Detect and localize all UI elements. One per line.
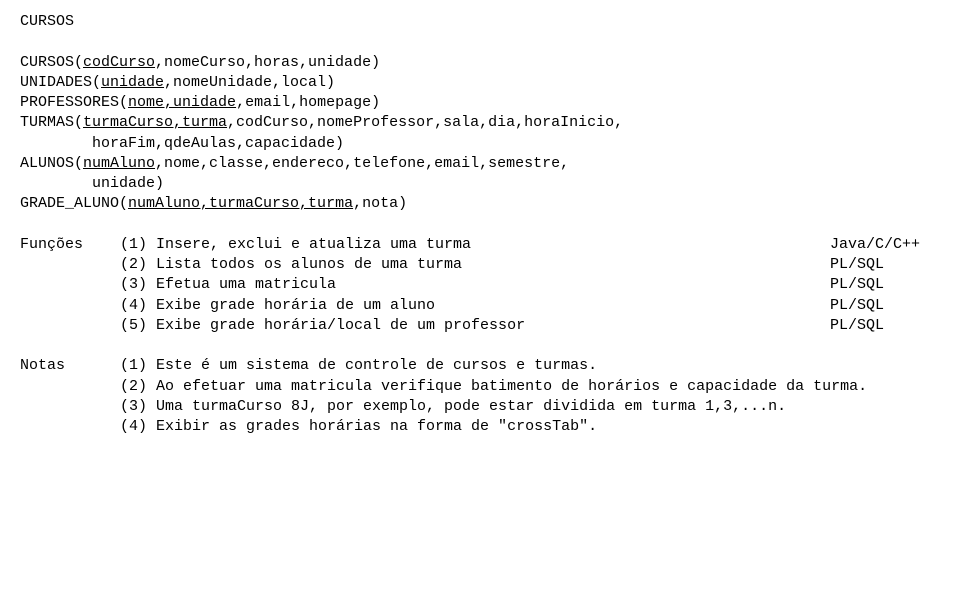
funcoes-row: (4) Exibe grade horária de um aluno PL/S… bbox=[20, 296, 940, 316]
func-desc: (2) Lista todos os alunos de uma turma bbox=[120, 255, 820, 275]
schema-grade: GRADE_ALUNO(numAluno,turmaCurso,turma,no… bbox=[20, 194, 940, 214]
text: ,nota) bbox=[353, 195, 407, 212]
func-desc: (1) Insere, exclui e atualiza uma turma bbox=[120, 235, 820, 255]
schema-turmas-cont: horaFim,qdeAulas,capacidade) bbox=[20, 134, 940, 154]
funcoes-row: (2) Lista todos os alunos de uma turma P… bbox=[20, 255, 940, 275]
key: codCurso bbox=[83, 54, 155, 71]
key: numAluno bbox=[83, 155, 155, 172]
key: turmaCurso,turma bbox=[83, 114, 227, 131]
funcoes-label: Funções bbox=[20, 235, 120, 255]
text: ,nomeUnidade,local) bbox=[164, 74, 335, 91]
text: CURSOS( bbox=[20, 54, 83, 71]
notas-row: (2) Ao efetuar uma matricula verifique b… bbox=[20, 377, 940, 397]
schema-professores: PROFESSORES(nome,unidade,email,homepage) bbox=[20, 93, 940, 113]
notas-label: Notas bbox=[20, 356, 120, 376]
text: GRADE_ALUNO( bbox=[20, 195, 128, 212]
schema-turmas: TURMAS(turmaCurso,turma,codCurso,nomePro… bbox=[20, 113, 940, 133]
text: TURMAS( bbox=[20, 114, 83, 131]
key: nome,unidade bbox=[128, 94, 236, 111]
note-text: (2) Ao efetuar uma matricula verifique b… bbox=[120, 377, 940, 397]
func-lang: PL/SQL bbox=[820, 275, 940, 295]
note-text: (1) Este é um sistema de controle de cur… bbox=[120, 356, 940, 376]
text: ,nome,classe,endereco,telefone,email,sem… bbox=[155, 155, 569, 172]
func-lang: PL/SQL bbox=[820, 296, 940, 316]
schema-cursos: CURSOS(codCurso,nomeCurso,horas,unidade) bbox=[20, 53, 940, 73]
func-lang: Java/C/C++ bbox=[820, 235, 940, 255]
notas-row: Notas (1) Este é um sistema de controle … bbox=[20, 356, 940, 376]
func-desc: (5) Exibe grade horária/local de um prof… bbox=[120, 316, 820, 336]
text: PROFESSORES( bbox=[20, 94, 128, 111]
funcoes-row: (5) Exibe grade horária/local de um prof… bbox=[20, 316, 940, 336]
schema-alunos: ALUNOS(numAluno,nome,classe,endereco,tel… bbox=[20, 154, 940, 174]
text: ,codCurso,nomeProfessor,sala,dia,horaIni… bbox=[227, 114, 623, 131]
text: ,nomeCurso,horas,unidade) bbox=[155, 54, 380, 71]
func-lang: PL/SQL bbox=[820, 316, 940, 336]
funcoes-row: (3) Efetua uma matricula PL/SQL bbox=[20, 275, 940, 295]
text: UNIDADES( bbox=[20, 74, 101, 91]
note-text: (4) Exibir as grades horárias na forma d… bbox=[120, 417, 940, 437]
key: numAluno,turmaCurso,turma bbox=[128, 195, 353, 212]
notas-row: (3) Uma turmaCurso 8J, por exemplo, pode… bbox=[20, 397, 940, 417]
schema-unidades: UNIDADES(unidade,nomeUnidade,local) bbox=[20, 73, 940, 93]
func-lang: PL/SQL bbox=[820, 255, 940, 275]
text: ALUNOS( bbox=[20, 155, 83, 172]
func-desc: (3) Efetua uma matricula bbox=[120, 275, 820, 295]
schema-alunos-cont: unidade) bbox=[20, 174, 940, 194]
text: ,email,homepage) bbox=[236, 94, 380, 111]
notas-row: (4) Exibir as grades horárias na forma d… bbox=[20, 417, 940, 437]
funcoes-row: Funções (1) Insere, exclui e atualiza um… bbox=[20, 235, 940, 255]
section-title: CURSOS bbox=[20, 12, 940, 32]
func-desc: (4) Exibe grade horária de um aluno bbox=[120, 296, 820, 316]
key: unidade bbox=[101, 74, 164, 91]
note-text: (3) Uma turmaCurso 8J, por exemplo, pode… bbox=[120, 397, 940, 417]
